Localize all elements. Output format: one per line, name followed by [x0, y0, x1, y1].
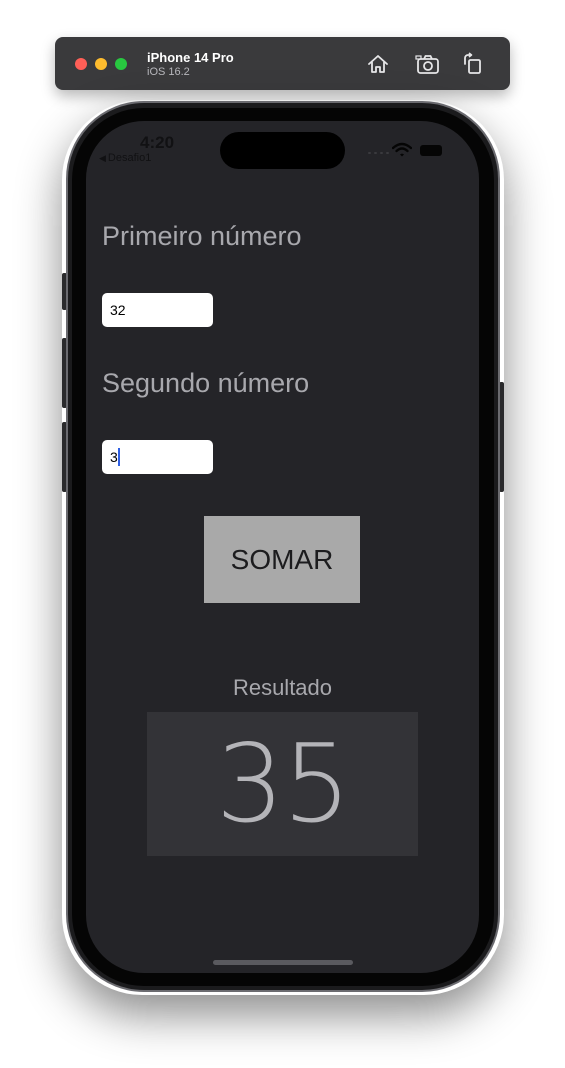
second-number-input[interactable]: 3	[102, 440, 213, 474]
first-number-input[interactable]: 32	[102, 293, 213, 327]
wifi-icon	[392, 142, 412, 157]
status-time: 4:20	[140, 133, 175, 152]
text-cursor	[117, 448, 120, 466]
close-window-button[interactable]	[75, 58, 87, 70]
home-icon	[368, 55, 388, 73]
simulator-title-bar: iPhone 14 Pro iOS 16.2	[55, 37, 510, 90]
second-number-label: Segundo número	[102, 368, 310, 398]
first-number-value: 32	[110, 302, 126, 318]
screenshot-button[interactable]	[415, 51, 441, 77]
cellular-signal-icon	[368, 152, 389, 154]
rotate-button[interactable]	[460, 51, 486, 77]
minimize-window-button[interactable]	[95, 58, 107, 70]
device-screen: 4:20 ◀ Desafio1 Primeiro número 32 Segun…	[86, 121, 479, 973]
camera-icon	[415, 55, 439, 74]
back-link-label: Desafio1	[107, 152, 152, 164]
rotate-icon	[464, 52, 481, 74]
device-name: iPhone 14 Pro	[147, 50, 234, 65]
result-label: Resultado	[232, 675, 333, 700]
sum-button[interactable]: SOMAR	[204, 516, 360, 603]
first-number-label: Primeiro número	[102, 221, 302, 251]
home-indicator[interactable]	[213, 960, 353, 965]
back-triangle-icon: ◀	[99, 152, 106, 163]
simulator-window: iPhone 14 Pro iOS 16.2 4:20 ◀ Desafio1 P…	[0, 0, 565, 1068]
second-number-value: 3	[110, 449, 118, 465]
home-button[interactable]	[365, 51, 391, 77]
os-version: iOS 16.2	[147, 66, 190, 78]
dynamic-island	[220, 132, 345, 169]
result-value: 35	[215, 721, 351, 847]
zoom-window-button[interactable]	[115, 58, 127, 70]
result-display: 35	[147, 712, 418, 856]
back-to-app-link[interactable]: ◀ Desafio1	[99, 152, 151, 164]
battery-icon	[420, 145, 442, 156]
